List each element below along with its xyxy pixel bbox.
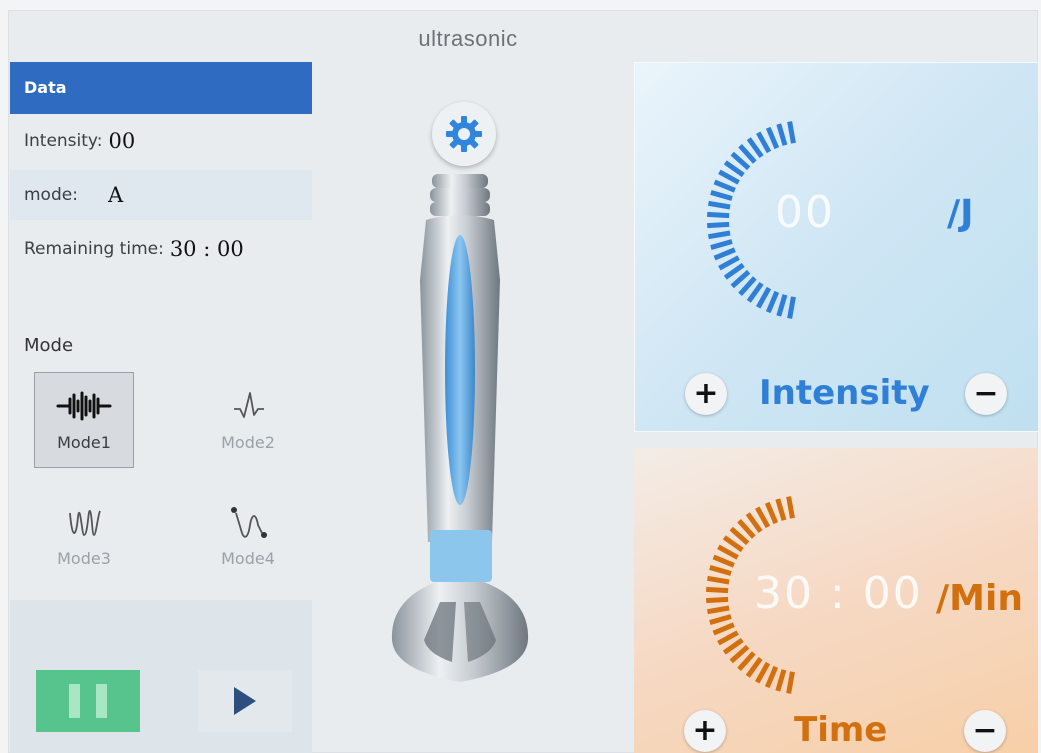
waveform-sine-icon [69,509,101,536]
dial-tick [710,239,733,250]
dial-tick [764,665,779,689]
waveform-spike-icon [234,391,264,418]
intensity-label: Intensity [759,373,930,413]
intensity-minus-button[interactable]: − [965,373,1007,415]
dial-tick [776,294,788,317]
dial-tick [706,596,729,604]
waveform-dot-icon [231,506,267,538]
intensity-panel: 00 /J + Intensity − [634,62,1038,432]
dial-tick [755,661,771,684]
device-screen: ultrasonic Data Intensity: 00 mode: A Re… [8,10,1038,753]
dial-tick [707,221,730,229]
dial-tick [706,605,730,615]
mode3-button[interactable]: Mode3 [34,488,134,584]
mode-label: mode: [24,185,78,205]
time-panel: 30 : 00 /Min + Time − [634,448,1038,753]
play-icon [234,687,256,715]
dial-tick [755,506,771,529]
dial-tick [775,669,787,692]
intensity-label: Intensity: [24,131,103,151]
dial-tick [713,247,736,261]
dial-tick [707,200,731,210]
mode4-button[interactable]: Mode4 [198,488,298,584]
mode4-label: Mode4 [221,548,275,568]
dial-tick [787,121,796,144]
dial-tick [717,544,739,560]
app-title: ultrasonic [418,26,518,51]
dial-tick [710,190,733,201]
mode2-button[interactable]: Mode2 [198,372,298,468]
mode-section-title: Mode [24,335,74,356]
pause-button[interactable] [36,670,140,732]
remaining-time-label: Remaining time: [24,239,164,259]
dial-tick [709,614,732,625]
dial-tick [776,123,788,146]
dial-tick [787,296,796,319]
dial-tick [712,554,735,568]
dial-tick [707,230,731,240]
time-label: Time [794,710,888,750]
dial-tick [764,501,779,525]
waveform-burst-icon [56,391,112,420]
intensity-readout: 00 [108,129,136,153]
dial-tick [706,586,729,594]
settings-button[interactable] [432,102,496,166]
mode-row: mode: A [10,170,312,220]
play-button[interactable] [198,670,292,732]
time-plus-button[interactable]: + [684,710,726,752]
dial-tick [786,496,795,519]
dial-tick [775,498,787,521]
dial-tick [706,575,730,585]
dial-tick [713,179,736,193]
data-panel-title: Data [10,62,312,114]
dial-tick [707,211,730,219]
ultrasonic-handpiece-image [391,174,529,682]
dial-tick [765,290,780,314]
mode2-label: Mode2 [221,432,275,452]
dial-tick [709,565,732,576]
mode-readout: A [107,183,124,207]
intensity-plus-button[interactable]: + [685,373,727,415]
gear-icon [446,116,482,152]
intensity-value: 00 [775,187,835,238]
remaining-time-readout: 30 : 00 [169,237,244,261]
dial-tick [786,671,795,694]
dial-tick [765,126,780,150]
time-minus-button[interactable]: − [964,710,1006,752]
dial-tick [717,630,739,646]
mode3-label: Mode3 [57,548,111,568]
pause-icon-bar-left [69,684,80,718]
pause-icon-bar-right [96,684,107,718]
dial-tick [718,169,740,185]
dial-tick [756,131,772,154]
intensity-row: Intensity: 00 [10,116,312,166]
mode1-button[interactable]: Mode1 [34,372,134,468]
time-unit: /Min [936,578,1023,619]
mode1-label: Mode1 [57,432,111,452]
time-value: 30 : 00 [754,568,923,619]
dial-tick [756,286,772,309]
dial-tick [712,622,735,636]
intensity-unit: /J [947,193,974,234]
remaining-time-row: Remaining time: 30 : 00 [10,224,312,274]
dial-tick [718,255,740,271]
